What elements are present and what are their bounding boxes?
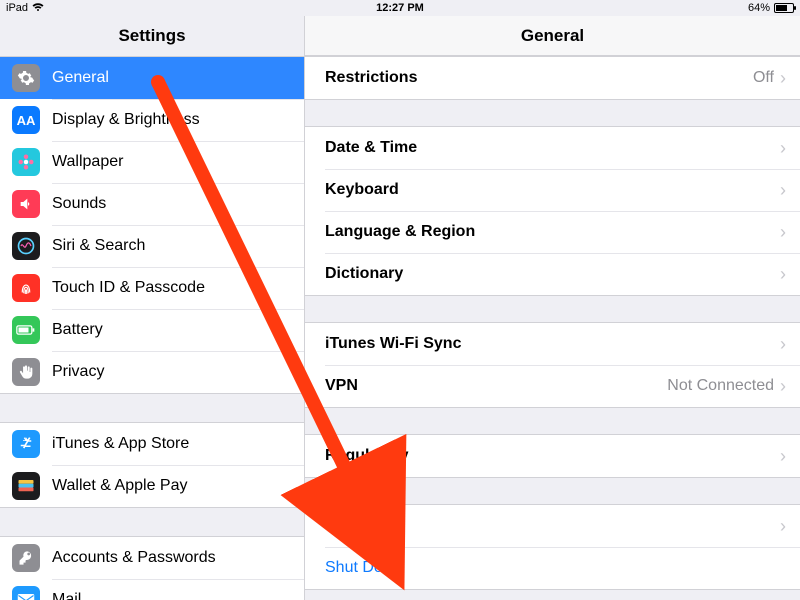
detail-row-itunes-wi-fi-sync[interactable]: iTunes Wi-Fi Sync› [305, 323, 800, 365]
key-icon [12, 544, 40, 572]
wallet-icon [12, 472, 40, 500]
detail-row-label: iTunes Wi-Fi Sync [325, 335, 780, 353]
sidebar-item-battery[interactable]: Battery [0, 309, 304, 351]
sidebar-item-label: Display & Brightness [52, 111, 200, 129]
detail-row-shut-down[interactable]: Shut Down [305, 547, 800, 589]
sidebar-item-privacy[interactable]: Privacy [0, 351, 304, 393]
chevron-right-icon: › [780, 181, 786, 199]
detail-row-label: Reset [325, 517, 780, 535]
detail-row-keyboard[interactable]: Keyboard› [305, 169, 800, 211]
battery-icon [774, 3, 794, 13]
siri-icon [12, 232, 40, 260]
sidebar-title: Settings [0, 16, 304, 56]
sidebar-item-mail[interactable]: Mail [0, 579, 304, 600]
detail-row-label: VPN [325, 377, 667, 395]
detail-row-label: Regulatory [325, 447, 780, 465]
detail-row-dictionary[interactable]: Dictionary› [305, 253, 800, 295]
hand-icon [12, 358, 40, 386]
sidebar-item-general[interactable]: General [0, 57, 304, 99]
sidebar-item-label: Mail [52, 591, 81, 600]
detail-row-label: Keyboard [325, 181, 780, 199]
device-label: iPad [6, 2, 28, 14]
sidebar-item-label: iTunes & App Store [52, 435, 189, 453]
sidebar-item-accounts-passwords[interactable]: Accounts & Passwords [0, 537, 304, 579]
appstore-icon [12, 430, 40, 458]
speaker-icon [12, 190, 40, 218]
sidebar-item-label: Battery [52, 321, 103, 339]
sidebar-item-label: Sounds [52, 195, 106, 213]
detail-title-label: General [521, 26, 584, 46]
detail-row-value: Off [753, 69, 774, 87]
sidebar-title-label: Settings [118, 26, 185, 46]
mail-icon [12, 586, 40, 600]
settings-detail: General RestrictionsOff›Date & Time›Keyb… [305, 16, 800, 600]
detail-row-language-region[interactable]: Language & Region› [305, 211, 800, 253]
chevron-right-icon: › [780, 517, 786, 535]
settings-sidebar: Settings General AA Display & Brightness Wa… [0, 16, 305, 600]
AA-icon: AA [12, 106, 40, 134]
sidebar-item-wallpaper[interactable]: Wallpaper [0, 141, 304, 183]
detail-row-reset[interactable]: Reset› [305, 505, 800, 547]
sidebar-item-touch-id-passcode[interactable]: Touch ID & Passcode [0, 267, 304, 309]
sidebar-item-display-brightness[interactable]: AA Display & Brightness [0, 99, 304, 141]
detail-row-value: Not Connected [667, 377, 774, 395]
chevron-right-icon: › [780, 69, 786, 87]
chevron-right-icon: › [780, 377, 786, 395]
sidebar-item-itunes-app-store[interactable]: iTunes & App Store [0, 423, 304, 465]
sidebar-item-label: Siri & Search [52, 237, 145, 255]
chevron-right-icon: › [780, 139, 786, 157]
gear-icon [12, 64, 40, 92]
detail-row-vpn[interactable]: VPNNot Connected › [305, 365, 800, 407]
sidebar-item-label: Wallpaper [52, 153, 123, 171]
detail-row-label: Date & Time [325, 139, 780, 157]
sidebar-item-label: Touch ID & Passcode [52, 279, 205, 297]
chevron-right-icon: › [780, 265, 786, 283]
detail-row-regulatory[interactable]: Regulatory› [305, 435, 800, 477]
detail-row-label: Shut Down [325, 559, 786, 577]
fingerprint-icon [12, 274, 40, 302]
battery-icon [12, 316, 40, 344]
flower-icon [12, 148, 40, 176]
detail-title: General [305, 16, 800, 56]
detail-row-label: Language & Region [325, 223, 780, 241]
sidebar-item-sounds[interactable]: Sounds [0, 183, 304, 225]
detail-row-restrictions[interactable]: RestrictionsOff › [305, 57, 800, 99]
battery-percent: 64% [748, 2, 770, 14]
detail-row-label: Dictionary [325, 265, 780, 283]
sidebar-item-label: General [52, 69, 109, 87]
clock: 12:27 PM [269, 2, 532, 14]
sidebar-item-label: Wallet & Apple Pay [52, 477, 187, 495]
detail-row-label: Restrictions [325, 69, 753, 87]
sidebar-item-siri-search[interactable]: Siri & Search [0, 225, 304, 267]
detail-row-date-time[interactable]: Date & Time› [305, 127, 800, 169]
sidebar-item-label: Accounts & Passwords [52, 549, 216, 567]
chevron-right-icon: › [780, 335, 786, 353]
sidebar-item-label: Privacy [52, 363, 104, 381]
sidebar-item-wallet-apple-pay[interactable]: Wallet & Apple Pay [0, 465, 304, 507]
chevron-right-icon: › [780, 447, 786, 465]
chevron-right-icon: › [780, 223, 786, 241]
wifi-icon [32, 2, 44, 15]
status-bar: iPad 12:27 PM 64% [0, 0, 800, 16]
